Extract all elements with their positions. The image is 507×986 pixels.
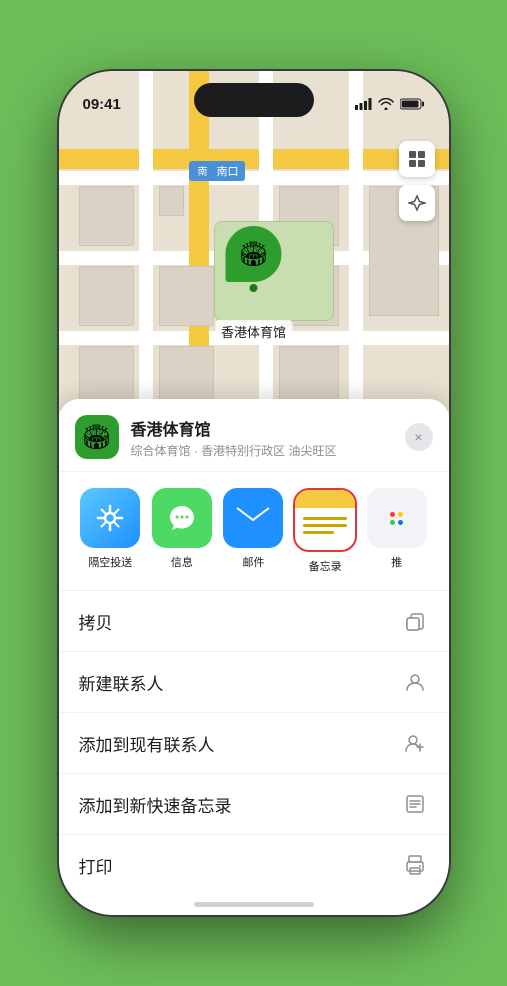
action-quick-note[interactable]: 添加到新快速备忘录 (59, 774, 449, 835)
location-pin: 🏟 香港体育馆 (215, 226, 292, 343)
mail-label: 邮件 (242, 554, 264, 570)
venue-info: 香港体育馆 综合体育馆 · 香港特别行政区 油尖旺区 (131, 416, 405, 459)
action-copy[interactable]: 拷贝 (59, 591, 449, 652)
airdrop-label: 隔空投送 (88, 554, 132, 570)
new-contact-label: 新建联系人 (79, 670, 164, 695)
map-controls (399, 141, 435, 229)
home-indicator (194, 902, 314, 907)
app-item-airdrop[interactable]: 隔空投送 (75, 488, 147, 574)
sheet-header: 🏟 香港体育馆 综合体育馆 · 香港特别行政区 油尖旺区 × (59, 399, 449, 472)
dynamic-island (194, 83, 314, 117)
action-new-contact[interactable]: 新建联系人 (59, 652, 449, 713)
print-label: 打印 (79, 853, 113, 878)
apps-row: 隔空投送 信息 (59, 472, 449, 591)
action-print[interactable]: 打印 (59, 835, 449, 887)
map-north-label: 南 南口 (189, 161, 245, 181)
phone-frame: 09:41 (59, 71, 449, 915)
copy-label: 拷贝 (79, 609, 113, 634)
app-item-more[interactable]: 推 (361, 488, 433, 574)
copy-icon (401, 607, 429, 635)
quick-note-label: 添加到新快速备忘录 (79, 792, 232, 817)
bottom-sheet: 🏟 香港体育馆 综合体育馆 · 香港特别行政区 油尖旺区 × (59, 399, 449, 915)
app-item-mail[interactable]: 邮件 (218, 488, 290, 574)
map-type-button[interactable] (399, 141, 435, 177)
quick-note-icon (401, 790, 429, 818)
app-item-notes[interactable]: 备忘录 (289, 488, 361, 574)
dot-green (390, 520, 395, 525)
venue-name: 香港体育馆 (131, 416, 405, 440)
venue-subtitle: 综合体育馆 · 香港特别行政区 油尖旺区 (131, 442, 405, 459)
pin-label: 香港体育馆 (215, 320, 292, 343)
status-icons (355, 86, 425, 110)
print-icon (401, 851, 429, 879)
messages-icon (152, 488, 212, 548)
dot-blue (398, 520, 403, 525)
wifi-icon (378, 98, 394, 110)
battery-icon (400, 98, 425, 110)
add-contact-icon (401, 729, 429, 757)
mail-icon (223, 488, 283, 548)
location-button[interactable] (399, 185, 435, 221)
notes-label: 备忘录 (309, 558, 342, 574)
more-icon (367, 488, 427, 548)
add-contact-label: 添加到现有联系人 (79, 731, 215, 756)
new-contact-icon (401, 668, 429, 696)
airdrop-icon (80, 488, 140, 548)
dot-yellow (398, 512, 403, 517)
more-label: 推 (391, 554, 402, 570)
more-dots (390, 512, 403, 525)
venue-icon: 🏟 (75, 415, 119, 459)
app-item-messages[interactable]: 信息 (146, 488, 218, 574)
status-time: 09:41 (83, 84, 121, 113)
map-label-icon: 南 (195, 166, 211, 179)
phone-screen: 09:41 (59, 71, 449, 915)
messages-label: 信息 (171, 554, 193, 570)
signal-icon (355, 98, 372, 110)
action-add-contact[interactable]: 添加到现有联系人 (59, 713, 449, 774)
close-button[interactable]: × (405, 423, 433, 451)
dot-red (390, 512, 395, 517)
